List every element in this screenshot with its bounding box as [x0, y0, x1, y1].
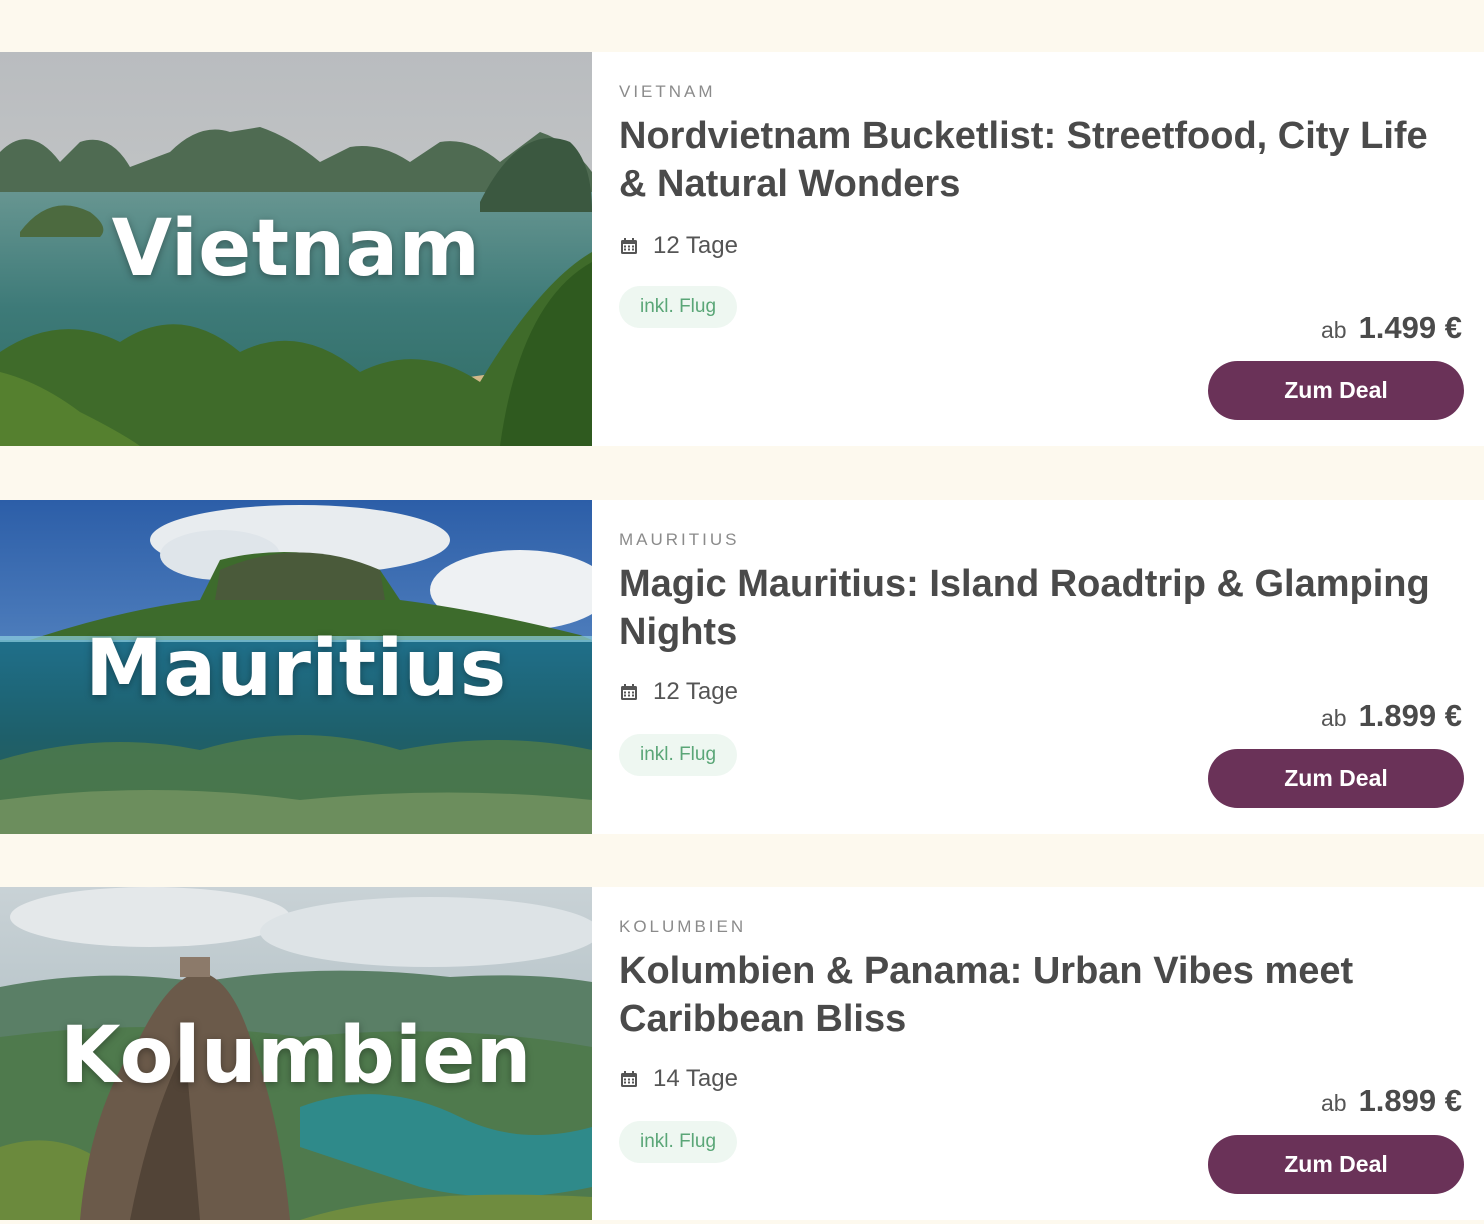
- calendar-icon: [621, 238, 637, 254]
- destination-image[interactable]: Vietnam: [0, 52, 592, 446]
- zum-deal-button[interactable]: Zum Deal: [1208, 1135, 1464, 1194]
- flight-included-badge: inkl. Flug: [619, 734, 738, 776]
- deal-price: ab 1.899 €: [1321, 698, 1462, 734]
- deal-details: KOLUMBIEN Kolumbien & Panama: Urban Vibe…: [592, 887, 1484, 1220]
- price-prefix: ab: [1320, 1090, 1347, 1116]
- deal-country: KOLUMBIEN: [619, 917, 747, 936]
- deal-country: VIETNAM: [619, 82, 716, 101]
- deal-card[interactable]: Kolumbien KOLUMBIEN Kolumbien & Panama: …: [0, 887, 1484, 1220]
- duration-text: 14 Tage: [653, 1065, 738, 1092]
- destination-image[interactable]: Kolumbien: [0, 887, 592, 1220]
- deal-title[interactable]: Kolumbien & Panama: Urban Vibes meet Car…: [619, 947, 1464, 1043]
- price-value: 1.499 €: [1358, 310, 1462, 345]
- price-prefix: ab: [1320, 317, 1347, 343]
- destination-overlay-title: Kolumbien: [60, 1011, 532, 1101]
- duration-text: 12 Tage: [653, 232, 738, 259]
- flight-included-badge: inkl. Flug: [619, 1121, 738, 1163]
- deal-price: ab 1.899 €: [1321, 1083, 1462, 1119]
- deal-card[interactable]: Mauritius MAURITIUS Magic Mauritius: Isl…: [0, 500, 1484, 834]
- deal-duration: 14 Tage: [619, 1065, 738, 1093]
- deal-price: ab 1.499 €: [1321, 310, 1462, 346]
- deal-duration: 12 Tage: [619, 678, 738, 706]
- destination-overlay-title: Vietnam: [111, 204, 481, 294]
- zum-deal-button[interactable]: Zum Deal: [1208, 361, 1464, 420]
- deal-details: VIETNAM Nordvietnam Bucketlist: Streetfo…: [592, 52, 1484, 446]
- flight-included-badge: inkl. Flug: [619, 286, 738, 328]
- price-prefix: ab: [1320, 705, 1347, 731]
- destination-image[interactable]: Mauritius: [0, 500, 592, 834]
- deal-details: MAURITIUS Magic Mauritius: Island Roadtr…: [592, 500, 1484, 834]
- duration-text: 12 Tage: [653, 678, 738, 705]
- price-value: 1.899 €: [1358, 698, 1462, 733]
- deal-title[interactable]: Nordvietnam Bucketlist: Streetfood, City…: [619, 112, 1464, 208]
- calendar-icon: [621, 684, 637, 700]
- zum-deal-button[interactable]: Zum Deal: [1208, 749, 1464, 808]
- deal-duration: 12 Tage: [619, 232, 738, 260]
- price-value: 1.899 €: [1358, 1083, 1462, 1118]
- deal-country: MAURITIUS: [619, 530, 740, 549]
- deal-title[interactable]: Magic Mauritius: Island Roadtrip & Glamp…: [619, 560, 1464, 656]
- calendar-icon: [621, 1071, 637, 1087]
- deal-card[interactable]: Vietnam VIETNAM Nordvietnam Bucketlist: …: [0, 52, 1484, 446]
- destination-overlay-title: Mauritius: [85, 624, 507, 714]
